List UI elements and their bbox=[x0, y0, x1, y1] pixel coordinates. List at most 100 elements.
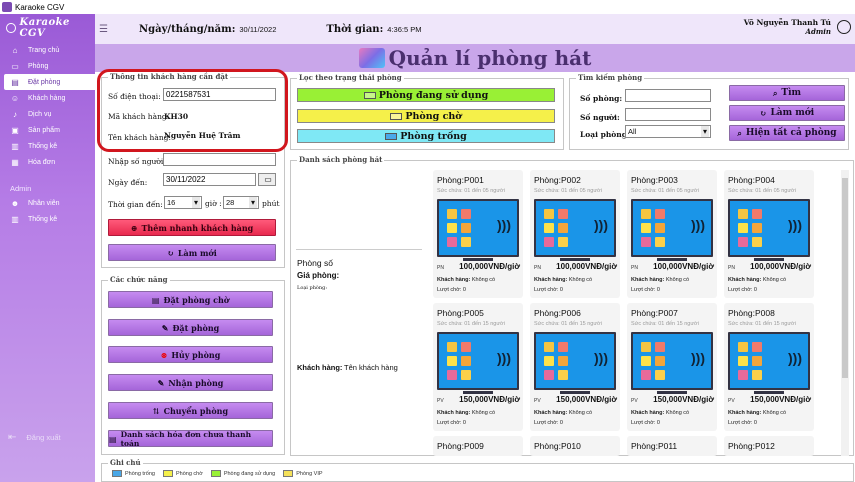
book-room-button[interactable]: ✎ Đặt phòng bbox=[108, 319, 273, 336]
sidebar-item-invoices[interactable]: ▦ Hóa đơn bbox=[0, 154, 95, 170]
filter-empty-button[interactable]: Phòng trống bbox=[297, 129, 555, 143]
hour-unit-label: giờ : bbox=[205, 199, 222, 208]
filter-waiting-button[interactable]: Phòng chờ bbox=[297, 109, 555, 123]
book-waiting-button[interactable]: ▤ Đặt phòng chờ bbox=[108, 291, 273, 308]
room-capacity: Sức chứa: 01 đến 05 người bbox=[728, 188, 796, 194]
check-in-button[interactable]: ✎ Nhận phòng bbox=[108, 374, 273, 391]
room-name: Phòng:P011 bbox=[631, 441, 678, 451]
room-waiting-count: Lượt chờ: 0 bbox=[534, 287, 563, 293]
room-card[interactable]: Phòng:P009 bbox=[433, 436, 523, 456]
room-waiting-count: Lượt chờ: 0 bbox=[437, 420, 466, 426]
staff-icon: ☻ bbox=[10, 198, 20, 208]
room-card[interactable]: Phòng:P011 bbox=[627, 436, 717, 456]
room-type-select[interactable]: All bbox=[625, 125, 711, 138]
sidebar-item-services[interactable]: ♪ Dịch vụ bbox=[0, 106, 95, 122]
room-card[interactable]: Phòng:P007 Sức chứa: 01 đến 15 người))) PV… bbox=[627, 303, 717, 431]
room-card[interactable]: Phòng:P002 Sức chứa: 01 đến 05 người))) PN… bbox=[530, 170, 620, 298]
sidebar-item-home[interactable]: ⌂ Trang chủ bbox=[0, 42, 95, 58]
tv-icon: ))) bbox=[437, 199, 519, 257]
room-customer-label: Khách hàng: bbox=[437, 410, 471, 416]
room-name: Phòng:P007 bbox=[631, 308, 678, 318]
sidebar-item-booking[interactable]: ▤ Đặt phòng bbox=[4, 74, 95, 90]
unpaid-invoices-button[interactable]: ▤ Danh sách hóa đơn chưa thanh toán bbox=[108, 430, 273, 448]
room-card[interactable]: Phòng:P008 Sức chứa: 01 đến 15 người))) PV… bbox=[724, 303, 814, 431]
room-card[interactable]: Phòng:P003 Sức chứa: 01 đến 05 người))) PN… bbox=[627, 170, 717, 298]
time-label: Thời gian: bbox=[326, 23, 384, 35]
room-type-code: PN bbox=[728, 265, 735, 271]
tv-stand bbox=[463, 258, 493, 261]
menu-icon[interactable]: ☰ bbox=[99, 24, 109, 35]
tv-icon: ))) bbox=[437, 332, 519, 390]
refresh-icon: ↻ bbox=[759, 108, 767, 118]
tv-icon: ))) bbox=[631, 332, 713, 390]
logout-label: Đăng xuất bbox=[26, 433, 61, 442]
people-count-label: Nhập số người: bbox=[108, 157, 166, 166]
search-people-input[interactable] bbox=[625, 108, 711, 121]
search-refresh-button[interactable]: ↻ Làm mới bbox=[729, 105, 845, 121]
room-waiting-label: Lượt chờ: bbox=[631, 287, 656, 293]
sidebar-item-products[interactable]: ▣ Sản phẩm bbox=[0, 122, 95, 138]
refresh-customer-button[interactable]: ↻ Làm mới bbox=[108, 244, 276, 261]
filter-in-use-button[interactable]: Phòng đang sử dụng bbox=[297, 88, 555, 102]
note-waiting: Phòng chờ bbox=[162, 470, 203, 477]
sidebar-item-stats[interactable]: ▥ Thống kê bbox=[0, 138, 95, 154]
room-card[interactable]: Phòng:P005 Sức chứa: 01 đến 15 người))) PV… bbox=[433, 303, 523, 431]
sidebar-item-staff[interactable]: ☻ Nhân viên bbox=[0, 195, 95, 211]
tv-stand bbox=[754, 391, 784, 394]
room-card[interactable]: Phòng:P006 Sức chứa: 01 đến 15 người))) PV… bbox=[530, 303, 620, 431]
sidebar-item-admin-stats[interactable]: ▥ Thống kê bbox=[0, 211, 95, 227]
user-avatar-icon[interactable] bbox=[837, 20, 851, 34]
room-card[interactable]: Phòng:P001 Sức chứa: 01 đến 05 người))) PN… bbox=[433, 170, 523, 298]
sidebar-item-customers[interactable]: ☺ Khách hàng bbox=[0, 90, 95, 106]
scrollbar-thumb[interactable] bbox=[842, 178, 848, 378]
room-customer: Khách hàng: Không có bbox=[534, 410, 592, 416]
room-customer: Khách hàng: Không có bbox=[534, 277, 592, 283]
cancel-room-button[interactable]: ⊗ Hủy phòng bbox=[108, 346, 273, 363]
plus-circle-icon: ⊕ bbox=[130, 222, 138, 233]
room-customer-value: Không có bbox=[762, 410, 787, 416]
button-label: Phòng trống bbox=[400, 130, 467, 142]
empty-color-icon bbox=[385, 132, 398, 140]
room-number-input[interactable] bbox=[625, 89, 711, 102]
room-customer-value: Không có bbox=[568, 410, 593, 416]
calendar-icon[interactable]: ▭ bbox=[258, 173, 276, 186]
note-vip: Phòng VIP bbox=[283, 470, 323, 477]
room-waiting-value: 0 bbox=[656, 287, 660, 293]
room-price: 100,000VNĐ/giờ bbox=[556, 262, 617, 271]
room-name: Phòng:P008 bbox=[728, 308, 775, 318]
search-legend: Tìm kiếm phòng bbox=[576, 73, 645, 82]
arrival-date-input[interactable]: 30/11/2022 bbox=[163, 173, 256, 186]
minute-select[interactable]: 28 bbox=[223, 196, 259, 209]
room-card[interactable]: Phòng:P010 bbox=[530, 436, 620, 456]
quick-add-customer-button[interactable]: ⊕ Thêm nhanh khách hàng bbox=[108, 219, 276, 236]
sidebar-item-rooms[interactable]: ▭ Phòng bbox=[0, 58, 95, 74]
room-price: 150,000VNĐ/giờ bbox=[459, 395, 520, 404]
room-card[interactable]: Phòng:P012 bbox=[724, 436, 814, 456]
tv-icon: ))) bbox=[534, 332, 616, 390]
room-name: Phòng:P001 bbox=[437, 175, 484, 185]
window-titlebar: Karaoke CGV bbox=[0, 0, 855, 14]
sidebar: Karaoke CGV ⌂ Trang chủ ▭ Phòng ▤ Đặt phòng… bbox=[0, 14, 95, 482]
room-list-scrollbar[interactable] bbox=[841, 170, 849, 456]
highlight-ring bbox=[97, 69, 288, 152]
stats-icon: ▥ bbox=[11, 141, 19, 151]
button-label: Làm mới bbox=[770, 108, 815, 118]
logout-button[interactable]: ⇤ Đăng xuất bbox=[8, 432, 61, 443]
note-label: Phòng VIP bbox=[296, 470, 323, 477]
find-button[interactable]: ⌕ Tìm bbox=[729, 85, 845, 101]
tv-icon: ))) bbox=[534, 199, 616, 257]
invoice-icon: ▦ bbox=[11, 157, 19, 167]
people-count-input[interactable] bbox=[163, 153, 276, 166]
button-label: Đặt phòng chờ bbox=[163, 294, 230, 305]
arrival-time-label: Thời gian đến: bbox=[108, 200, 163, 209]
brand-label: Karaoke CGV bbox=[19, 17, 70, 39]
hour-select[interactable]: 16 bbox=[164, 196, 202, 209]
date-value: 30/11/2022 bbox=[239, 24, 277, 34]
show-all-rooms-button[interactable]: ⌕ Hiện tất cả phòng bbox=[729, 125, 845, 141]
room-waiting-label: Lượt chờ: bbox=[437, 420, 462, 426]
room-type-code: PV bbox=[437, 398, 444, 404]
transfer-room-button[interactable]: ⇅ Chuyển phòng bbox=[108, 402, 273, 419]
room-customer-value: Không có bbox=[568, 277, 593, 283]
room-card[interactable]: Phòng:P004 Sức chứa: 01 đến 05 người))) PN… bbox=[724, 170, 814, 298]
arrival-date-label: Ngày đến: bbox=[108, 178, 148, 187]
